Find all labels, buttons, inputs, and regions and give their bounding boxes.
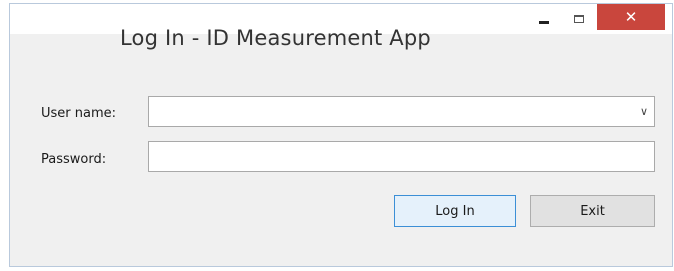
- username-label: User name:: [41, 106, 117, 121]
- minimize-button[interactable]: [528, 4, 560, 34]
- maximize-icon: [574, 15, 584, 23]
- window-title: Log In - ID Measurement App: [120, 26, 431, 50]
- exit-button[interactable]: Exit: [530, 195, 655, 227]
- minimize-icon: [539, 20, 549, 24]
- password-label: Password:: [41, 152, 107, 167]
- close-icon: ✕: [624, 7, 638, 26]
- maximize-button[interactable]: [562, 4, 596, 34]
- close-button[interactable]: ✕: [597, 4, 665, 30]
- title-bar[interactable]: Log In - ID Measurement App ✕: [10, 4, 672, 50]
- chevron-down-icon[interactable]: ∨: [640, 97, 648, 126]
- username-combobox[interactable]: ∨: [148, 96, 655, 127]
- login-window: Log In - ID Measurement App ✕ User name:…: [9, 3, 673, 267]
- password-field[interactable]: [148, 141, 655, 172]
- login-button[interactable]: Log In: [394, 195, 516, 227]
